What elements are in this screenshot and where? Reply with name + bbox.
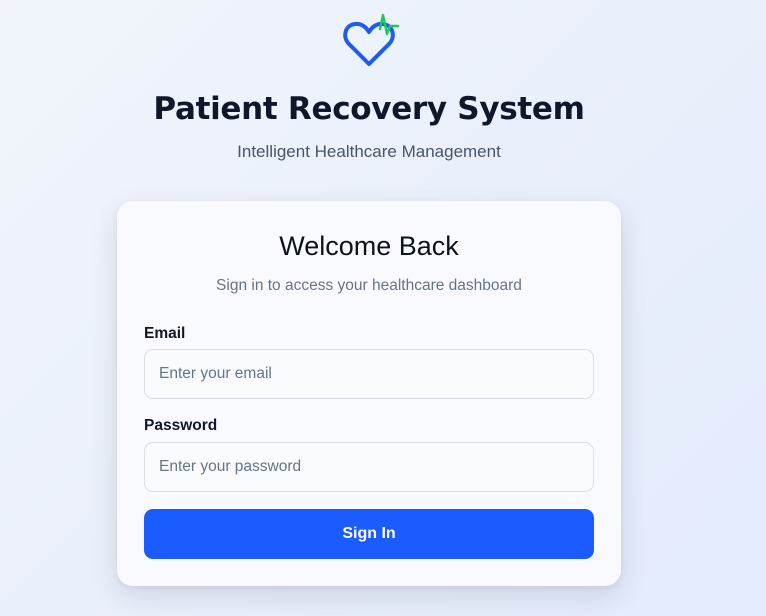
email-field[interactable] <box>144 349 594 399</box>
heart-pulse-icon <box>343 13 400 66</box>
login-card: Welcome Back Sign in to access your heal… <box>117 201 621 586</box>
app-title: Patient Recovery System <box>153 91 585 127</box>
sign-in-button[interactable]: Sign In <box>144 509 594 559</box>
app-subtitle: Intelligent Healthcare Management <box>237 142 501 161</box>
login-subtitle: Sign in to access your healthcare dashbo… <box>216 277 522 294</box>
password-label: Password <box>144 417 218 434</box>
email-label: Email <box>144 325 186 342</box>
login-title: Welcome Back <box>279 231 459 261</box>
password-field[interactable] <box>144 442 594 492</box>
